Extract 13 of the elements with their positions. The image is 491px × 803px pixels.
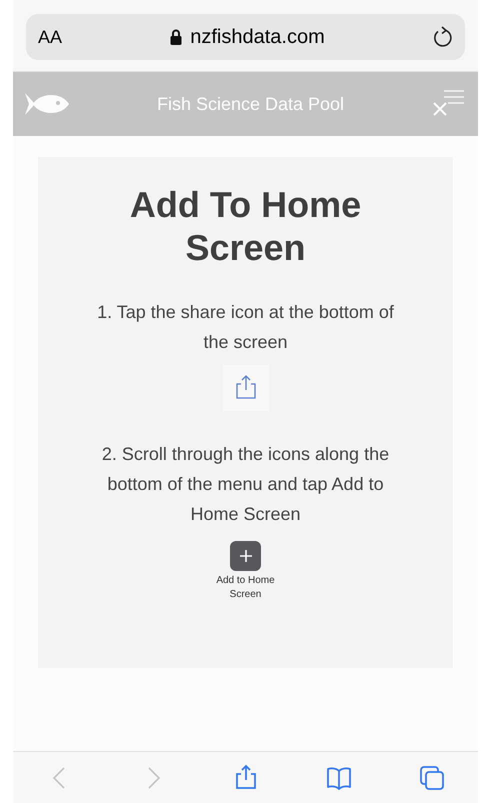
site-title: Fish Science Data Pool — [156, 92, 346, 116]
modal-title: Add To Home Screen — [128, 183, 362, 269]
url-text: nzfishdata.com — [190, 25, 325, 50]
share-icon — [222, 365, 268, 411]
address-bar[interactable]: AA nzfishdata.com — [26, 14, 465, 60]
reload-icon[interactable] — [433, 26, 453, 48]
text-size-button[interactable]: AA — [38, 24, 62, 50]
lock-icon — [170, 29, 182, 45]
plus-icon — [230, 541, 261, 571]
instruction-text: 1. Tap the share icon at the bottom of the screen — [96, 301, 395, 354]
instruction-text: 2. Scroll through the icons along the bottom of the menu and tap Add to Home Screen — [100, 443, 390, 526]
icon-caption: Add to Home Screen — [215, 574, 276, 602]
tabs-icon[interactable] — [418, 764, 446, 792]
